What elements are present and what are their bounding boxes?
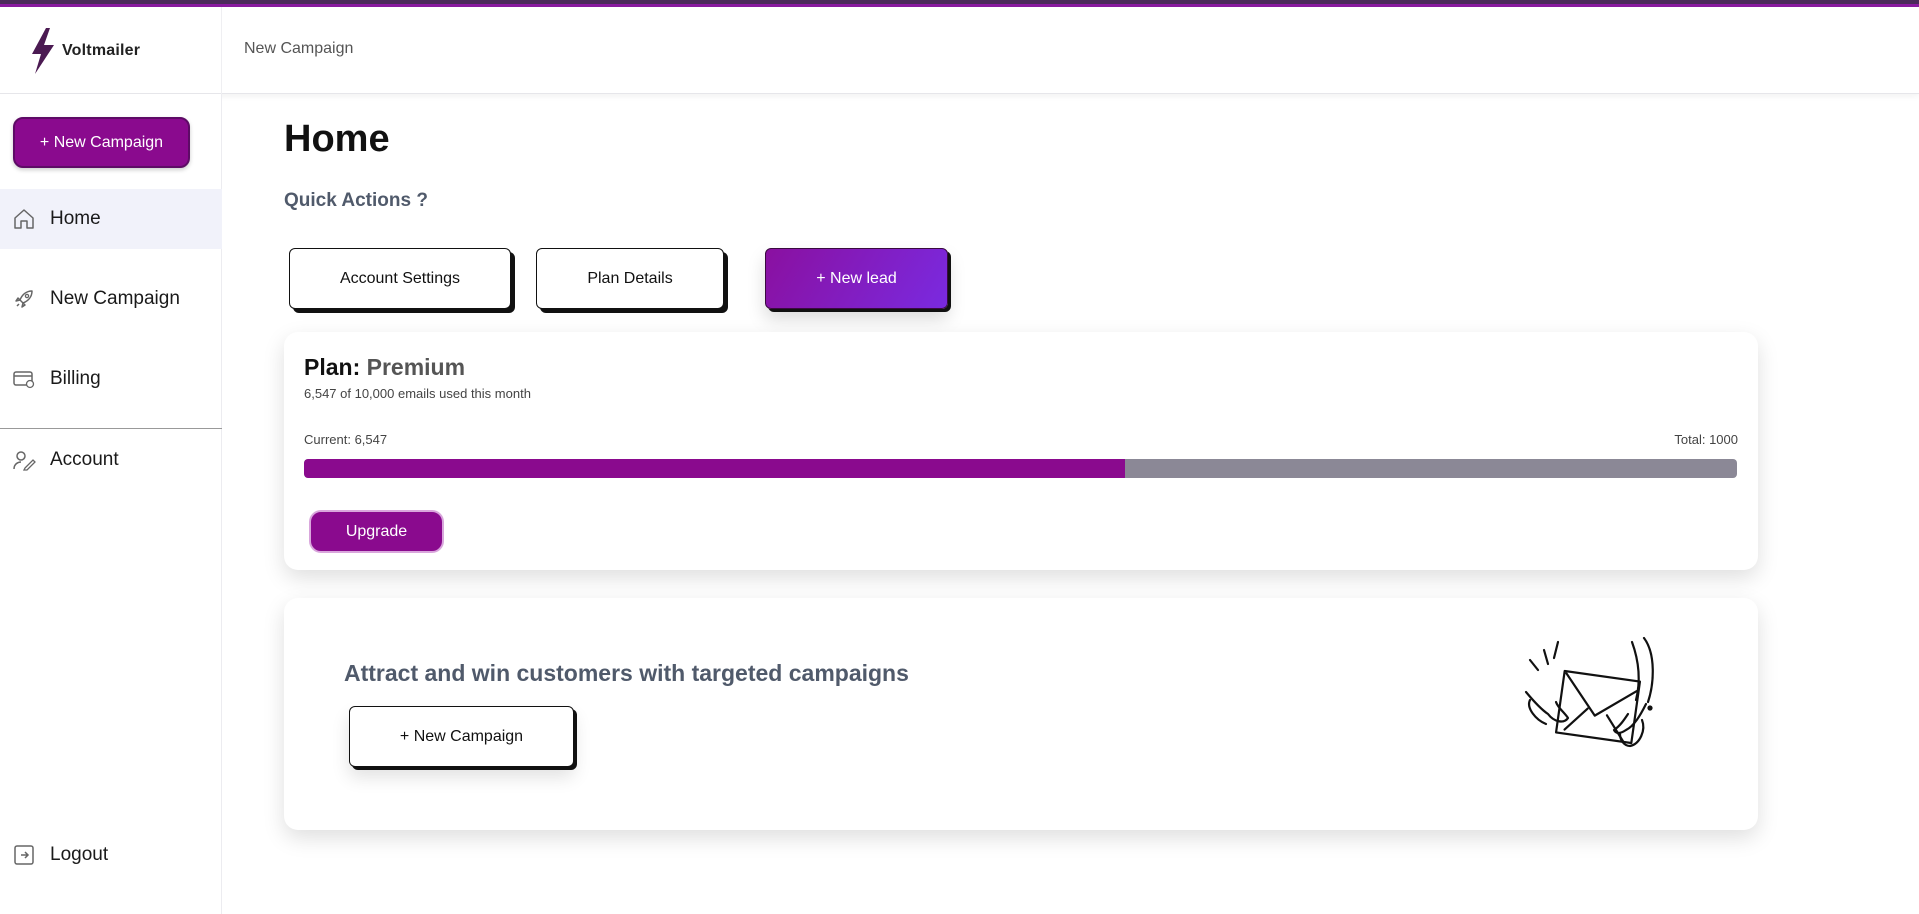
- top-accent-bar: [0, 0, 1919, 7]
- usage-progress-bar: [304, 459, 1737, 478]
- envelope-hands-illustration: [1524, 636, 1654, 748]
- sidebar-item-home[interactable]: Home: [0, 189, 222, 249]
- account-icon: [13, 451, 36, 471]
- sidebar-item-new-campaign[interactable]: New Campaign: [0, 269, 222, 329]
- plan-usage-text: 6,547 of 10,000 emails used this month: [304, 386, 531, 401]
- page-title: Home: [284, 118, 390, 160]
- lightning-icon: [32, 28, 54, 74]
- quick-actions-title: Quick Actions ?: [284, 190, 428, 211]
- new-lead-button[interactable]: + New lead: [765, 248, 948, 309]
- sidebar-divider: [0, 428, 222, 429]
- cta-new-campaign-button[interactable]: + New Campaign: [349, 706, 574, 767]
- home-icon: [14, 209, 34, 229]
- header: Voltmailer New Campaign: [0, 7, 1919, 94]
- plan-details-button[interactable]: Plan Details: [536, 248, 724, 309]
- total-usage-label: Total: 1000: [1674, 432, 1738, 447]
- usage-progress-fill: [304, 459, 1126, 478]
- plan-prefix: Plan:: [304, 354, 361, 380]
- sidebar-item-label: Account: [50, 449, 119, 470]
- campaign-cta-card: Attract and win customers with targeted …: [284, 598, 1758, 830]
- rocket-icon: [15, 290, 33, 308]
- sidebar: + New Campaign Home New Campaign Billing…: [0, 94, 222, 914]
- sidebar-item-label: Billing: [50, 368, 101, 389]
- billing-icon: [13, 371, 35, 389]
- logo[interactable]: Voltmailer: [28, 27, 140, 75]
- plan-name: Premium: [366, 354, 466, 380]
- plan-card: Plan: Premium 6,547 of 10,000 emails use…: [284, 332, 1758, 570]
- header-divider: [221, 7, 222, 94]
- logout-button[interactable]: Logout: [0, 830, 222, 880]
- logout-label: Logout: [50, 844, 109, 865]
- cta-title: Attract and win customers with targeted …: [344, 660, 909, 686]
- app-name: Voltmailer: [62, 42, 141, 59]
- account-settings-button[interactable]: Account Settings: [289, 248, 511, 309]
- current-usage-label: Current: 6,547: [304, 432, 388, 447]
- sidebar-item-label: Home: [50, 208, 101, 229]
- logout-icon: [14, 845, 34, 865]
- plan-heading: Plan: Premium: [304, 354, 465, 381]
- upgrade-button[interactable]: Upgrade: [309, 510, 444, 553]
- new-campaign-button[interactable]: + New Campaign: [13, 117, 190, 168]
- breadcrumb: New Campaign: [244, 40, 354, 57]
- sidebar-item-account[interactable]: Account: [0, 430, 222, 490]
- sidebar-item-label: New Campaign: [50, 288, 180, 309]
- sidebar-item-billing[interactable]: Billing: [0, 349, 222, 409]
